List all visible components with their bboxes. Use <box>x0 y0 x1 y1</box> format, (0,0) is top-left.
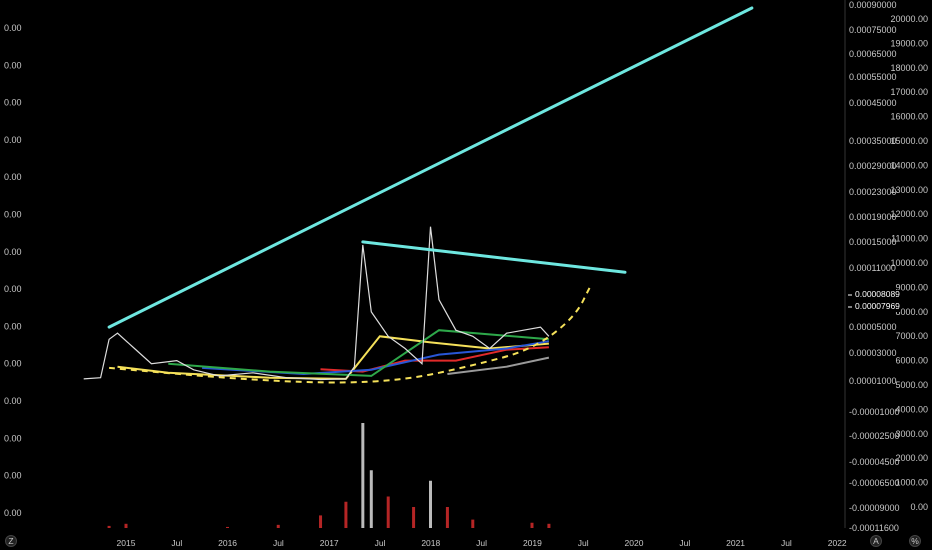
right-tick-label-b: 20000.00 <box>890 14 928 24</box>
volume-bar <box>369 470 373 528</box>
x-tick-label: Jul <box>476 538 487 548</box>
left-tick-label: 0.00 <box>4 396 22 406</box>
right-tick-label-b: 7000.00 <box>895 331 928 341</box>
right-tick-label-a: 0.00001000 <box>849 376 897 386</box>
price-badge-label: 0.00008089 <box>855 289 900 299</box>
x-tick-label: Jul <box>781 538 792 548</box>
chart-background <box>0 0 932 550</box>
left-tick-label: 0.00 <box>4 247 22 257</box>
price-badge-label: 0.00007969 <box>855 301 900 311</box>
right-tick-label-a: 0.00075000 <box>849 25 897 35</box>
volume-bar <box>412 507 416 528</box>
x-tick-label: 2015 <box>117 538 136 548</box>
right-tick-label-a: 0.00045000 <box>849 98 897 108</box>
x-tick-label: Jul <box>375 538 386 548</box>
right-tick-label-b: 9000.00 <box>895 282 928 292</box>
right-tick-label-a: 0.00065000 <box>849 49 897 59</box>
right-tick-label-b: 4000.00 <box>895 404 928 414</box>
left-tick-label: 0.00 <box>4 471 22 481</box>
right-tick-label-a: -0.00009000 <box>849 503 900 513</box>
right-tick-label-a: 0.00055000 <box>849 72 897 82</box>
left-tick-label: 0.00 <box>4 433 22 443</box>
x-axis: 2015 Jul 2016 Jul 2017 Jul 2018 Jul 2019 Jul 2020 J… <box>117 538 847 548</box>
right-tick-label-b: 14000.00 <box>890 160 928 170</box>
right-tick-label-b: 11000.00 <box>891 234 928 244</box>
volume-bar <box>547 523 551 528</box>
right-tick-label-b: 18000.00 <box>890 63 928 73</box>
right-tick-label-b: 15000.00 <box>890 136 928 146</box>
right-tick-label-a: -0.00002500 <box>849 431 900 441</box>
x-tick-label: 2017 <box>320 538 339 548</box>
right-tick-label-b: 10000.00 <box>890 258 928 268</box>
right-tick-label-b: 6000.00 <box>895 356 928 366</box>
x-tick-label: 2022 <box>828 538 847 548</box>
volume-bar <box>471 519 475 528</box>
left-tick-label: 0.00 <box>4 284 22 294</box>
x-tick-label: Jul <box>679 538 690 548</box>
right-tick-label-b: 0.00 <box>910 502 928 512</box>
right-tick-label-b: 16000.00 <box>890 112 928 122</box>
left-tick-label: 0.00 <box>4 508 22 518</box>
right-tick-label-a: 0.00005000 <box>849 322 897 332</box>
corner-label: % <box>911 536 919 546</box>
left-tick-label: 0.00 <box>4 172 22 182</box>
right-tick-label-a: -0.00006500 <box>849 478 900 488</box>
price-badges: 0.00008089 0.00007969 <box>848 289 900 312</box>
left-tick-label: 0.00 <box>4 98 22 108</box>
right-tick-label-a: 0.00015000 <box>849 237 897 247</box>
left-tick-label: 0.00 <box>4 210 22 220</box>
price-chart[interactable]: 0.00 0.00 0.00 0.00 0.00 0.00 0.00 0.00 0.00 0.00… <box>0 0 932 550</box>
volume-bar <box>445 507 449 528</box>
x-tick-label: Jul <box>171 538 182 548</box>
x-tick-label: 2019 <box>523 538 542 548</box>
right-tick-label-a: 0.00029000 <box>849 161 897 171</box>
right-tick-label-b: 5000.00 <box>895 380 928 390</box>
x-tick-label: Jul <box>578 538 589 548</box>
right-tick-label-b: 19000.00 <box>890 38 928 48</box>
volume-bar <box>226 526 229 528</box>
volume-bar <box>530 522 534 528</box>
volume-bar <box>319 515 323 528</box>
right-tick-label-b: 12000.00 <box>890 209 928 219</box>
right-tick-label-a: 0.00090000 <box>849 0 897 10</box>
corner-label: Z <box>8 536 13 546</box>
right-tick-label-b: 1000.00 <box>895 478 928 488</box>
left-tick-label: 0.00 <box>4 60 22 70</box>
x-tick-label: 2018 <box>421 538 440 548</box>
volume-bar <box>344 501 348 528</box>
right-tick-label-b: 3000.00 <box>895 429 928 439</box>
left-tick-label: 0.00 <box>4 321 22 331</box>
right-tick-label-a: 0.00035000 <box>849 136 897 146</box>
volume-bar <box>429 480 432 528</box>
x-tick-label: 2021 <box>726 538 745 548</box>
right-tick-label-b: 8000.00 <box>895 307 928 317</box>
left-tick-label: 0.00 <box>4 135 22 145</box>
volume-bar <box>124 523 128 528</box>
x-tick-label: 2016 <box>218 538 237 548</box>
right-tick-label-a: -0.00011600 <box>849 523 899 533</box>
right-tick-label-b: 2000.00 <box>895 453 928 463</box>
left-tick-label: 0.00 <box>4 359 22 369</box>
x-tick-label: Jul <box>273 538 284 548</box>
volume-bar <box>107 525 111 528</box>
x-tick-label: 2020 <box>625 538 644 548</box>
left-tick-label: 0.00 <box>4 23 22 33</box>
volume-bar <box>276 524 280 528</box>
right-tick-label-a: 0.00019000 <box>849 212 897 222</box>
corner-label: A <box>873 536 879 546</box>
volume-bar <box>386 496 390 528</box>
right-tick-label-a: 0.00011000 <box>849 263 896 273</box>
right-tick-label-a: -0.00004500 <box>849 457 900 467</box>
volume-bar <box>361 423 365 528</box>
right-tick-label-a: 0.00023000 <box>849 187 897 197</box>
right-tick-label-b: 13000.00 <box>890 185 928 195</box>
right-tick-label-a: -0.00001000 <box>849 407 900 417</box>
right-tick-label-a: 0.00003000 <box>849 348 897 358</box>
right-tick-label-b: 17000.00 <box>890 87 928 97</box>
